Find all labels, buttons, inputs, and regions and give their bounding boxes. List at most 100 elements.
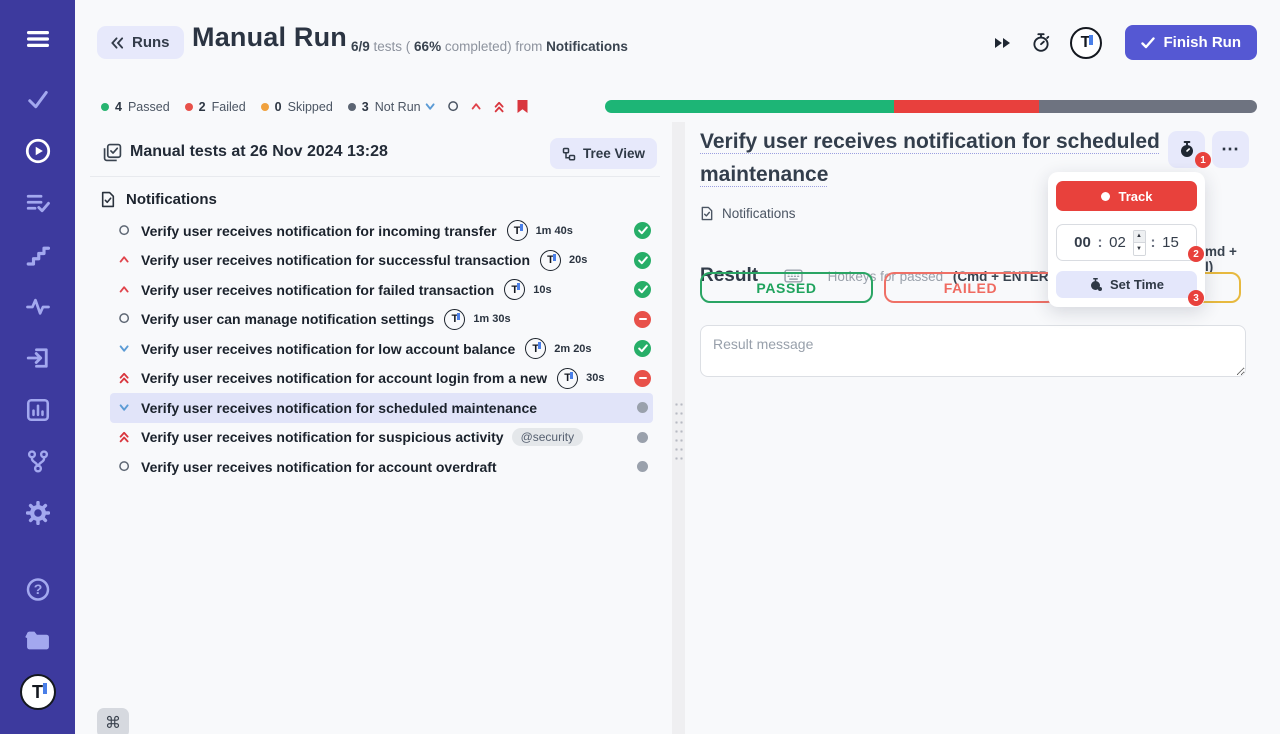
suites-list-check-icon[interactable] [26,191,50,215]
test-title: Verify user receives notification for ac… [141,458,497,475]
double-chevron-left-icon [111,36,124,49]
pulse-activity-icon[interactable] [25,295,50,319]
progress-segment [1039,100,1257,113]
test-row[interactable]: Verify user receives notification for su… [110,246,653,276]
back-to-runs-button[interactable]: Runs [97,26,184,59]
run-progress-bar[interactable] [605,100,1257,113]
run-progress-subtitle: 6/9 tests ( 66% completed) from Notifica… [351,39,628,54]
passed-button[interactable]: PASSED [700,272,873,303]
more-actions-button[interactable]: ⋯ [1212,131,1249,168]
test-title: Verify user receives notification for ac… [141,370,548,387]
stopwatch-icon[interactable] [1031,32,1051,53]
app-logo-icon[interactable]: T [1069,26,1102,59]
tree-icon [562,147,576,161]
test-title: Verify user receives notification for su… [141,252,531,269]
test-row[interactable]: Verify user receives notification for lo… [110,334,653,364]
test-title: Verify user receives notification for lo… [141,340,516,357]
steps-stairs-icon[interactable] [26,243,50,267]
settings-gear-icon[interactable] [25,501,50,525]
menu-menu-icon[interactable] [25,29,51,49]
test-row[interactable]: Verify user receives notification for ac… [110,452,653,482]
result-message-input[interactable] [700,325,1246,377]
test-title: Verify user can manage notification sett… [141,311,435,328]
breadcrumb[interactable]: Notifications [700,206,796,221]
tree-view-button[interactable]: Tree View [549,138,657,169]
source-suite: Notifications [546,39,628,54]
test-source-logo-icon: T [444,308,466,330]
progress-segment [894,100,1040,113]
fast-forward-icon[interactable] [993,35,1012,51]
test-row[interactable]: Verify user receives notification for sc… [110,393,653,423]
import-sign-in-icon[interactable] [26,346,50,370]
file-check-icon [700,206,714,221]
track-button[interactable]: Track [1056,181,1197,211]
stat-failed: 2 Failed [184,100,246,114]
test-duration: 1m 40s [535,224,573,237]
main-area: Runs Manual Run 6/9 tests ( 66% complete… [75,0,1280,734]
set-time-button[interactable]: Set Time [1056,271,1197,298]
test-row[interactable]: Verify user receives notification for fa… [110,275,653,305]
sidebar-app-logo-icon[interactable]: T [19,674,56,710]
test-title: Verify user receives notification for fa… [141,281,495,298]
back-to-runs-label: Runs [132,34,170,51]
step-up-icon[interactable]: ▲ [1133,230,1145,243]
seconds-field[interactable]: 15 [1161,234,1181,251]
test-source-logo-icon: T [557,367,579,389]
test-duration: 30s [586,372,605,385]
priority-chevron-down-icon [118,401,132,415]
splitter-grip-icon [674,400,683,466]
failed-badge-icon [634,310,651,328]
test-title: Verify user receives notification for sc… [141,399,538,416]
test-duration: 10s [533,283,552,296]
priority-chevron-down-icon [118,342,132,356]
hours-field[interactable]: 00 [1073,234,1093,251]
stat-skipped: 0 Skipped [260,100,333,114]
run-list-title: Manual tests at 26 Nov 2024 13:28 [130,143,388,160]
track-label: Track [1118,188,1153,204]
svg-text:?: ? [33,581,42,597]
test-row[interactable]: Verify user receives notification for su… [110,423,653,453]
check-icon [1140,36,1155,49]
priority-chevrons-up-icon [118,430,132,444]
status-dot-icon [260,103,269,111]
failed-button[interactable]: FAILED [884,272,1057,303]
step-down-icon[interactable]: ▼ [1133,243,1145,255]
priority-circle-icon [118,224,132,238]
test-row[interactable]: Verify user receives notification for in… [110,216,653,246]
test-row[interactable]: Verify user receives notification for ac… [110,364,653,394]
runs-play-circle-icon[interactable] [25,138,51,164]
notrun-dot-icon [637,461,648,473]
test-tag[interactable]: @security [511,428,584,447]
branches-git-branch-icon[interactable] [26,449,50,473]
suite-folder-row[interactable]: Notifications [90,187,660,211]
progress-segment [605,100,895,113]
finish-run-button[interactable]: Finish Run [1124,25,1257,60]
minutes-stepper[interactable]: ▲ ▼ [1132,229,1146,256]
command-key-badge[interactable]: ⌘ [97,708,129,734]
analytics-bar-chart-icon[interactable] [26,398,50,422]
panel-splitter[interactable] [672,122,685,734]
test-row[interactable]: Verify user can manage notification sett… [110,305,653,335]
filter-chevron-down-icon[interactable] [424,100,438,114]
priority-filters [424,99,529,114]
time-input: 00 : 02 ▲ ▼ : 15 [1056,224,1197,261]
percent-completed: 66% [414,39,442,54]
suite-folder-label: Notifications [126,190,217,208]
projects-folder-icon[interactable] [25,629,50,651]
test-list: Verify user receives notification for in… [90,216,660,482]
minutes-field[interactable]: 02 [1108,234,1128,251]
filter-chevrons-up-icon[interactable] [493,100,507,114]
tests-check-icon[interactable] [26,88,50,112]
help-help-circle-icon[interactable]: ? [25,577,50,602]
filter-chevron-up-icon[interactable] [470,100,484,114]
test-source-logo-icon: T [525,338,547,360]
stat-not-run: 3 Not Run [347,100,421,114]
priority-circle-icon [118,312,132,326]
priority-chevron-up-icon [118,253,132,267]
filter-bookmark-icon[interactable] [516,99,529,114]
filter-circle-icon[interactable] [447,100,461,114]
hint-badge-1: 1 [1195,152,1211,168]
priority-chevron-up-icon [118,283,132,297]
failed-badge-icon [634,369,651,387]
status-dot-icon [347,103,356,111]
